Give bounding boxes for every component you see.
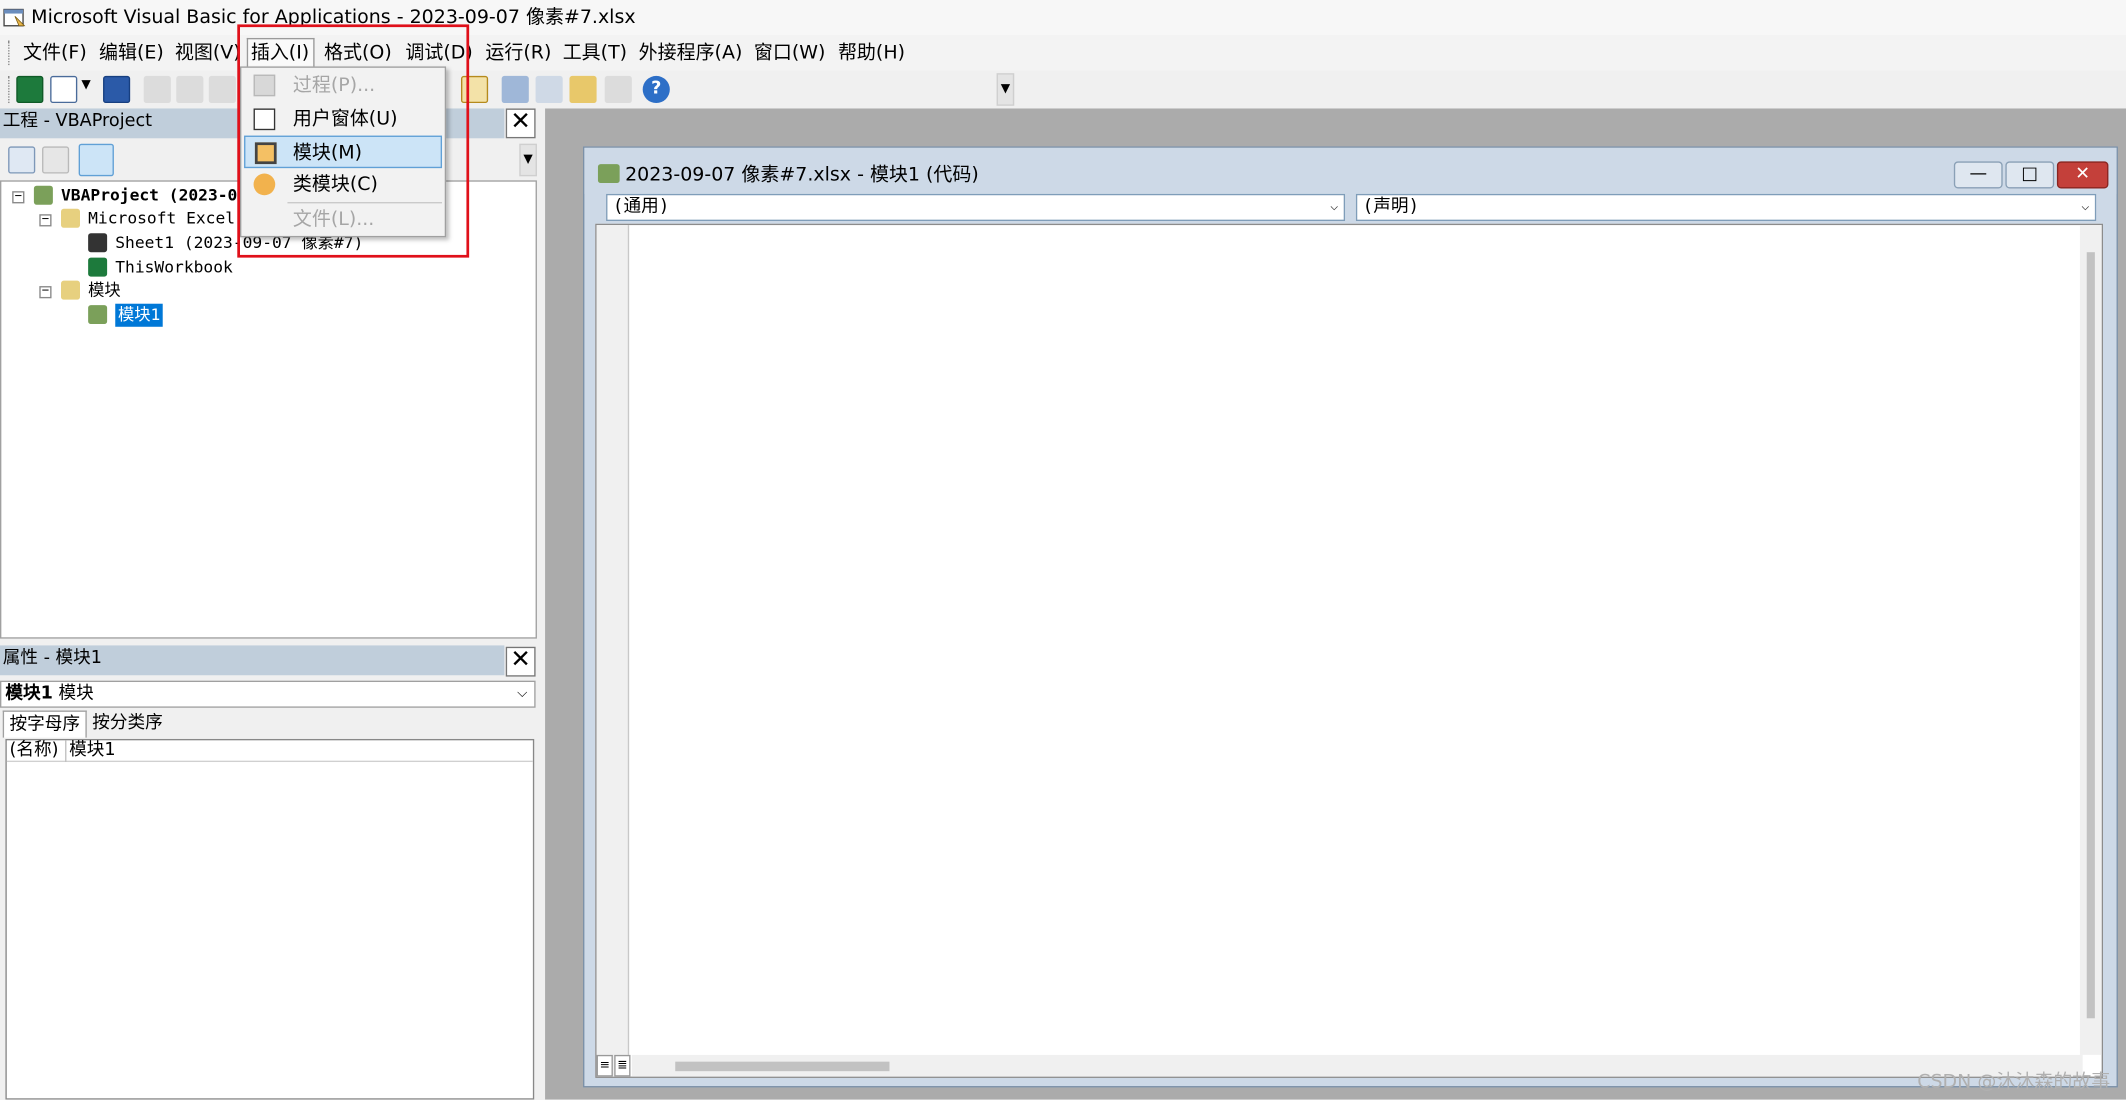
collapse-icon[interactable]: −	[12, 191, 25, 204]
toolbox-icon[interactable]	[604, 75, 632, 104]
view-code-icon[interactable]	[8, 146, 36, 174]
vertical-scroll-thumb[interactable]	[2086, 252, 2095, 1019]
sheet-icon	[88, 233, 108, 253]
property-row[interactable]: (名称) 模块1	[6, 740, 533, 763]
column-divider	[65, 740, 67, 763]
vba-app-icon	[3, 8, 26, 27]
project-toolbar-options-icon[interactable]: ▼	[519, 143, 537, 177]
close-icon[interactable]: ✕	[505, 108, 536, 139]
object-browser-icon[interactable]	[569, 75, 597, 104]
vba-editor-window: Microsoft Visual Basic for Applications …	[0, 0, 2126, 1100]
paste-icon	[208, 75, 236, 104]
red-highlight-annotation	[237, 24, 470, 258]
collapse-icon[interactable]: −	[39, 214, 52, 227]
menu-edit[interactable]: 编辑(E)	[96, 38, 166, 68]
procedure-dropdown-value: (声明)	[1362, 196, 1420, 217]
toggle-folders-icon[interactable]	[78, 143, 114, 177]
cut-icon	[143, 75, 171, 104]
copy-icon	[176, 75, 204, 104]
menu-run[interactable]: 运行(R)	[483, 38, 554, 68]
toolbar-options-icon[interactable]: ▼	[996, 73, 1015, 106]
menu-view[interactable]: 视图(V)	[172, 38, 243, 68]
vbaproject-icon	[33, 185, 53, 205]
object-select[interactable]: 模块1 模块 ⌵	[0, 680, 536, 708]
code-window: 2023-09-07 像素#7.xlsx - 模块1 (代码) — □ ✕ (通…	[583, 146, 2118, 1088]
code-editor[interactable]: ≡ ≣	[595, 223, 2104, 1078]
procedure-view-icon[interactable]: ≡	[596, 1054, 613, 1077]
excel-view-icon[interactable]	[16, 75, 44, 104]
minimize-icon[interactable]: —	[1953, 161, 2003, 189]
project-explorer-icon[interactable]	[501, 75, 529, 104]
object-dropdown-value: (通用)	[612, 196, 670, 217]
module-icon	[597, 164, 620, 184]
tree-item-module1[interactable]: 模块1	[115, 303, 164, 327]
object-dropdown[interactable]: (通用) ⌵	[606, 193, 1346, 222]
toolbar-grip[interactable]	[8, 75, 12, 104]
property-name: (名称)	[9, 740, 59, 761]
properties-window-icon[interactable]	[535, 75, 563, 104]
tab-alphabetic[interactable]: 按字母序	[2, 710, 87, 738]
tree-item-thisworkbook[interactable]: ThisWorkbook	[115, 256, 233, 279]
property-value[interactable]: 模块1	[69, 740, 115, 762]
folder-icon	[61, 208, 80, 228]
procedure-dropdown[interactable]: (声明) ⌵	[1355, 193, 2097, 222]
properties-panel-title: 属性 - 模块1	[0, 645, 505, 676]
full-module-view-icon[interactable]: ≣	[614, 1054, 631, 1077]
chevron-down-icon: ⌵	[2081, 199, 2090, 215]
horizontal-scrollbar[interactable]	[631, 1054, 2083, 1077]
module-icon	[88, 305, 108, 325]
tab-categorized[interactable]: 按分类序	[87, 710, 168, 737]
tree-item-modules[interactable]: 模块	[88, 279, 121, 302]
horizontal-scroll-thumb[interactable]	[675, 1061, 890, 1072]
menu-window[interactable]: 窗口(W)	[751, 38, 828, 68]
menu-addins[interactable]: 外接程序(A)	[636, 38, 745, 68]
margin-indicator-bar[interactable]	[596, 225, 630, 1077]
watermark: CSDN @沐沐森的故事	[1917, 1071, 2111, 1093]
chevron-down-icon: ⌵	[517, 686, 528, 702]
code-window-titlebar[interactable]: 2023-09-07 像素#7.xlsx - 模块1 (代码) — □ ✕	[584, 147, 2117, 194]
folder-icon	[61, 280, 80, 300]
menubar-grip[interactable]	[8, 40, 12, 66]
tree-item-excel-objects[interactable]: Microsoft Excel 对	[88, 207, 261, 230]
chevron-down-icon: ⌵	[1330, 199, 1339, 215]
object-name: 模块1	[5, 683, 53, 704]
menu-file[interactable]: 文件(F)	[20, 38, 89, 68]
chevron-down-icon[interactable]: ▼	[81, 79, 90, 93]
insert-userform-icon[interactable]	[50, 75, 78, 104]
save-icon[interactable]	[103, 75, 131, 104]
close-icon[interactable]: ✕	[2056, 161, 2109, 189]
workbook-icon	[88, 257, 108, 277]
tree-item-vbaproject[interactable]: VBAProject (2023-09	[61, 184, 247, 207]
menu-help[interactable]: 帮助(H)	[835, 38, 907, 68]
menu-tools[interactable]: 工具(T)	[560, 38, 630, 68]
close-icon[interactable]: ✕	[505, 646, 536, 677]
vertical-scrollbar[interactable]	[2079, 225, 2102, 1055]
maximize-icon[interactable]: □	[2005, 161, 2055, 189]
properties-grid: (名称) 模块1	[5, 738, 535, 1100]
toolbar-position-field	[673, 73, 997, 106]
object-type: 模块	[58, 683, 94, 704]
help-icon[interactable]: ?	[642, 75, 670, 104]
collapse-icon[interactable]: −	[39, 285, 52, 299]
view-object-icon	[42, 146, 70, 174]
